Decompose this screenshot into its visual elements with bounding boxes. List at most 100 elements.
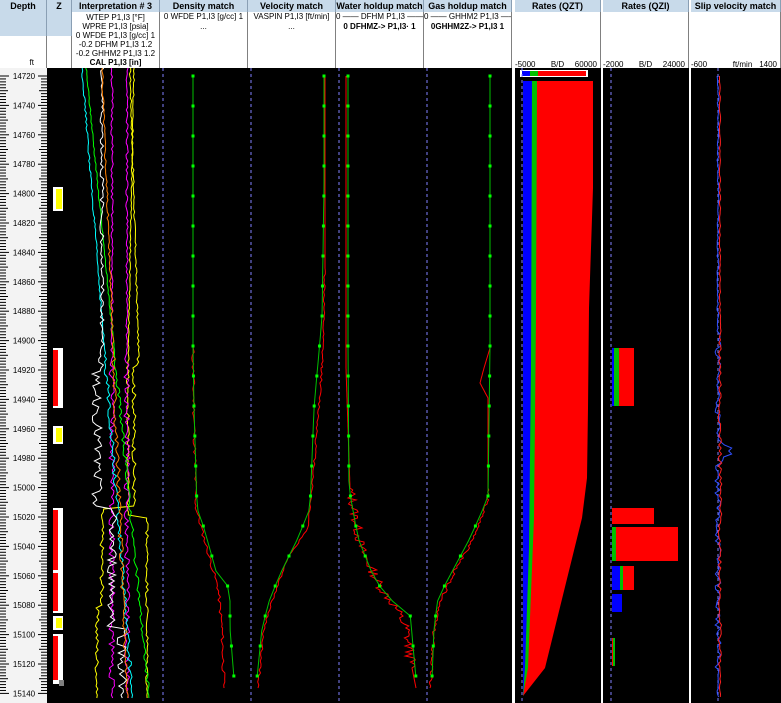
density-body (160, 68, 248, 703)
measured-curve (191, 76, 226, 689)
zone-body (47, 68, 72, 703)
depth-unit: ft (29, 58, 34, 67)
model-point (311, 434, 315, 438)
velocity-header[interactable]: Velocity match (248, 0, 336, 12)
model-point (191, 224, 195, 228)
interp-curve (125, 68, 149, 699)
interp-curve (81, 68, 134, 699)
model-point (346, 74, 350, 78)
model-point (312, 404, 316, 408)
depth-label: 14760 (13, 131, 36, 140)
model-point (354, 524, 358, 528)
zone-track: Z (47, 0, 72, 703)
slip-velocity-title: Slip velocity match (694, 1, 777, 11)
model-point (488, 314, 492, 318)
model-point (346, 104, 350, 108)
model-point (346, 374, 350, 378)
model-curve (256, 76, 325, 677)
water-holdup-header[interactable]: Water holdup match (336, 0, 424, 12)
model-point (321, 254, 325, 258)
model-point (431, 644, 435, 648)
model-point (210, 554, 214, 558)
rates-qzi-header[interactable]: Rates (QZI) (603, 0, 689, 12)
gas-holdup-header[interactable]: Gas holdup match (424, 0, 512, 12)
model-point (315, 374, 319, 378)
model-point (346, 404, 350, 408)
gas-holdup-track: Gas holdup match 0 —— GHHM2 P1,I3 —— 1 0… (424, 0, 512, 703)
zone-track-header[interactable]: Z (47, 0, 72, 36)
model-point (321, 224, 325, 228)
model-point (346, 284, 350, 288)
slip-max: 1400 (759, 60, 777, 68)
depth-label: 14900 (13, 337, 36, 346)
model-point (229, 644, 233, 648)
model-point (273, 584, 277, 588)
model-point (191, 314, 195, 318)
model-point (191, 284, 195, 288)
measured-curve (345, 76, 417, 689)
model-point (201, 524, 205, 528)
model-point (488, 104, 492, 108)
model-point (228, 614, 232, 618)
model-point (411, 644, 415, 648)
depth-track-header[interactable]: Depth (0, 0, 47, 36)
model-point (322, 74, 326, 78)
depth-label: 15140 (13, 689, 36, 698)
model-point (378, 584, 382, 588)
depth-label: 15080 (13, 601, 36, 610)
rates-qzi-title: Rates (QZI) (621, 1, 670, 11)
density-header[interactable]: Density match (160, 0, 248, 12)
water-holdup-body (336, 68, 424, 703)
depth-label: 15000 (13, 484, 36, 493)
rates-qzt-header[interactable]: Rates (QZT) (515, 0, 601, 12)
interpretation-header[interactable]: Interpretation # 3 (72, 0, 160, 12)
model-point (487, 434, 491, 438)
model-point (193, 434, 197, 438)
interp-curve (85, 68, 150, 699)
depth-label: 14740 (13, 101, 36, 110)
depth-label: 14980 (13, 454, 36, 463)
zone-markers (53, 187, 64, 686)
depth-label: 14920 (13, 366, 36, 375)
model-point (408, 614, 412, 618)
depth-label: 14860 (13, 278, 36, 287)
model-point (192, 404, 196, 408)
rates-qzi-scale: -2000 B/D 24000 (603, 12, 689, 68)
model-point (488, 194, 492, 198)
model-point (346, 344, 350, 348)
model-point (487, 404, 491, 408)
depth-unit-box: ft (0, 36, 47, 68)
rates-qzi-track: Rates (QZI) -2000 B/D 24000 (603, 0, 689, 703)
gas-holdup-title: Gas holdup match (428, 1, 507, 11)
depth-label: 14780 (13, 160, 36, 169)
model-point (488, 284, 492, 288)
depth-label: 15040 (13, 542, 36, 551)
depth-title: Depth (10, 1, 36, 11)
water-legend-line1: 0 —— DFHM P1,I3 —— 1 (336, 12, 424, 21)
depth-track: Depth ft 14720 14740 14760 14780 14800 14820 1… (0, 0, 47, 703)
model-point (473, 524, 477, 528)
rates-qzi-max: 24000 (662, 60, 685, 68)
model-point (488, 374, 492, 378)
model-point (346, 314, 350, 318)
depth-label: 14940 (13, 395, 36, 404)
model-point (488, 74, 492, 78)
model-point (255, 674, 259, 678)
density-legend-line2: ... (200, 22, 207, 31)
interp-legend-line: -0.2 GHHM2 P1,I3 1.2 (75, 49, 156, 58)
model-point (322, 164, 326, 168)
gas-legend-line1: 0 —— GHHM2 P1,I3 —— 1 (424, 12, 511, 21)
rates-qzt-title: Rates (QZT) (531, 1, 583, 11)
slip-velocity-header[interactable]: Slip velocity match (691, 0, 781, 12)
production-log-view: Depth ft 14720 14740 14760 14780 14800 14820 1… (0, 0, 781, 703)
model-point (322, 134, 326, 138)
rates-qzt-scale: -5000 B/D 60000 (515, 12, 601, 68)
model-point (442, 584, 446, 588)
measured-curve (428, 76, 491, 689)
model-point (346, 254, 350, 258)
interpretation-body (72, 68, 160, 703)
model-point (486, 464, 490, 468)
model-point (226, 584, 230, 588)
model-point (434, 614, 438, 618)
model-point (488, 164, 492, 168)
